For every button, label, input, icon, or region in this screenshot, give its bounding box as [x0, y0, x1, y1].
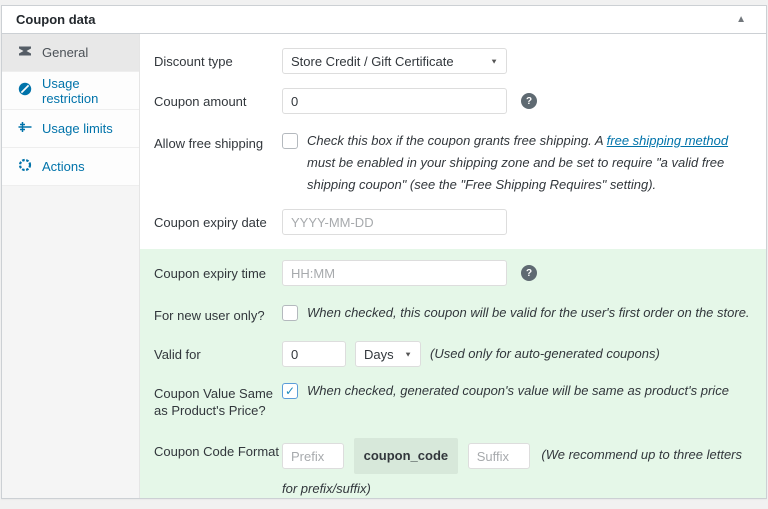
new-user-only-checkbox[interactable]: [282, 305, 298, 321]
valid-for-note: (Used only for auto-generated coupons): [430, 341, 660, 367]
panel-header: Coupon data ▲: [2, 6, 766, 34]
valid-for-unit-value: Days: [364, 347, 394, 362]
free-shipping-desc-pre: Check this box if the coupon grants free…: [307, 133, 607, 148]
valid-for-input[interactable]: [282, 341, 346, 367]
coupon-tabs-sidebar: General Usage restriction Usage limits A…: [2, 34, 140, 498]
coupon-expiry-time-row: Coupon expiry time ?: [154, 260, 752, 286]
coupon-amount-input[interactable]: [282, 88, 507, 114]
new-user-only-row: For new user only? When checked, this co…: [154, 302, 752, 324]
no-entry-icon: [17, 81, 33, 100]
chevron-down-icon: ▼: [490, 57, 498, 65]
allow-free-shipping-row: Allow free shipping Check this box if th…: [154, 130, 752, 196]
coupon-prefix-input[interactable]: [282, 443, 344, 469]
limits-icon: [17, 119, 33, 138]
tab-usage-restriction-label: Usage restriction: [42, 76, 131, 106]
coupon-code-format-row: Coupon Code Format coupon_code (We recom…: [154, 438, 752, 504]
tab-general-label: General: [42, 45, 88, 60]
chevron-down-icon: ▼: [404, 350, 412, 358]
coupon-code-static-chip: coupon_code: [354, 438, 459, 474]
coupon-value-same-label: Coupon Value Same as Product's Price?: [154, 380, 282, 419]
coupon-expiry-time-label: Coupon expiry time: [154, 260, 282, 282]
coupon-code-format-fields: coupon_code (We recommend up to three le…: [282, 438, 752, 504]
discount-type-select[interactable]: Store Credit / Gift Certificate ▼: [282, 48, 507, 74]
tab-usage-limits-label: Usage limits: [42, 121, 113, 136]
general-section: Discount type Store Credit / Gift Certif…: [140, 34, 766, 249]
allow-free-shipping-label: Allow free shipping: [154, 130, 282, 152]
coupon-amount-row: Coupon amount ?: [154, 88, 752, 114]
tab-actions[interactable]: Actions: [2, 148, 139, 186]
free-shipping-description: Check this box if the coupon grants free…: [307, 130, 741, 196]
coupon-data-panel: Coupon data ▲ General Usage restriction: [1, 5, 767, 499]
valid-for-label: Valid for: [154, 341, 282, 363]
free-shipping-desc-post: must be enabled in your shipping zone an…: [307, 155, 724, 192]
gear-icon: [17, 157, 33, 176]
panel-body: General Usage restriction Usage limits A…: [2, 34, 766, 498]
tab-usage-restriction[interactable]: Usage restriction: [2, 72, 139, 110]
ticket-icon: [17, 43, 33, 62]
collapse-toggle-icon[interactable]: ▲: [728, 12, 754, 27]
free-shipping-checkbox[interactable]: [282, 133, 298, 149]
coupon-amount-label: Coupon amount: [154, 88, 282, 110]
valid-for-unit-select[interactable]: Days ▼: [355, 341, 421, 367]
new-user-only-label: For new user only?: [154, 302, 282, 324]
tab-usage-limits[interactable]: Usage limits: [2, 110, 139, 148]
coupon-expiry-date-input[interactable]: [282, 209, 507, 235]
tab-general[interactable]: General: [2, 34, 139, 72]
panel-title: Coupon data: [14, 12, 95, 27]
check-icon: ✓: [285, 385, 295, 397]
coupon-expiry-time-input[interactable]: [282, 260, 507, 286]
coupon-value-same-row: Coupon Value Same as Product's Price? ✓ …: [154, 380, 752, 419]
tab-actions-label: Actions: [42, 159, 85, 174]
coupon-form-content: Discount type Store Credit / Gift Certif…: [140, 34, 766, 498]
discount-type-selected-value: Store Credit / Gift Certificate: [291, 54, 454, 69]
smart-coupons-section: Coupon expiry time ? For new user only? …: [140, 249, 766, 498]
new-user-only-description: When checked, this coupon will be valid …: [307, 302, 750, 324]
coupon-value-same-checkbox[interactable]: ✓: [282, 383, 298, 399]
free-shipping-method-link[interactable]: free shipping method: [607, 133, 728, 148]
coupon-code-format-label: Coupon Code Format: [154, 438, 282, 460]
valid-for-row: Valid for Days ▼ (Used only for auto-gen…: [154, 341, 752, 367]
help-icon[interactable]: ?: [521, 93, 537, 109]
help-icon[interactable]: ?: [521, 265, 537, 281]
coupon-expiry-date-row: Coupon expiry date: [154, 209, 752, 235]
discount-type-label: Discount type: [154, 48, 282, 70]
coupon-expiry-date-label: Coupon expiry date: [154, 209, 282, 231]
discount-type-row: Discount type Store Credit / Gift Certif…: [154, 48, 752, 74]
coupon-suffix-input[interactable]: [468, 443, 530, 469]
coupon-value-same-description: When checked, generated coupon's value w…: [307, 380, 729, 402]
